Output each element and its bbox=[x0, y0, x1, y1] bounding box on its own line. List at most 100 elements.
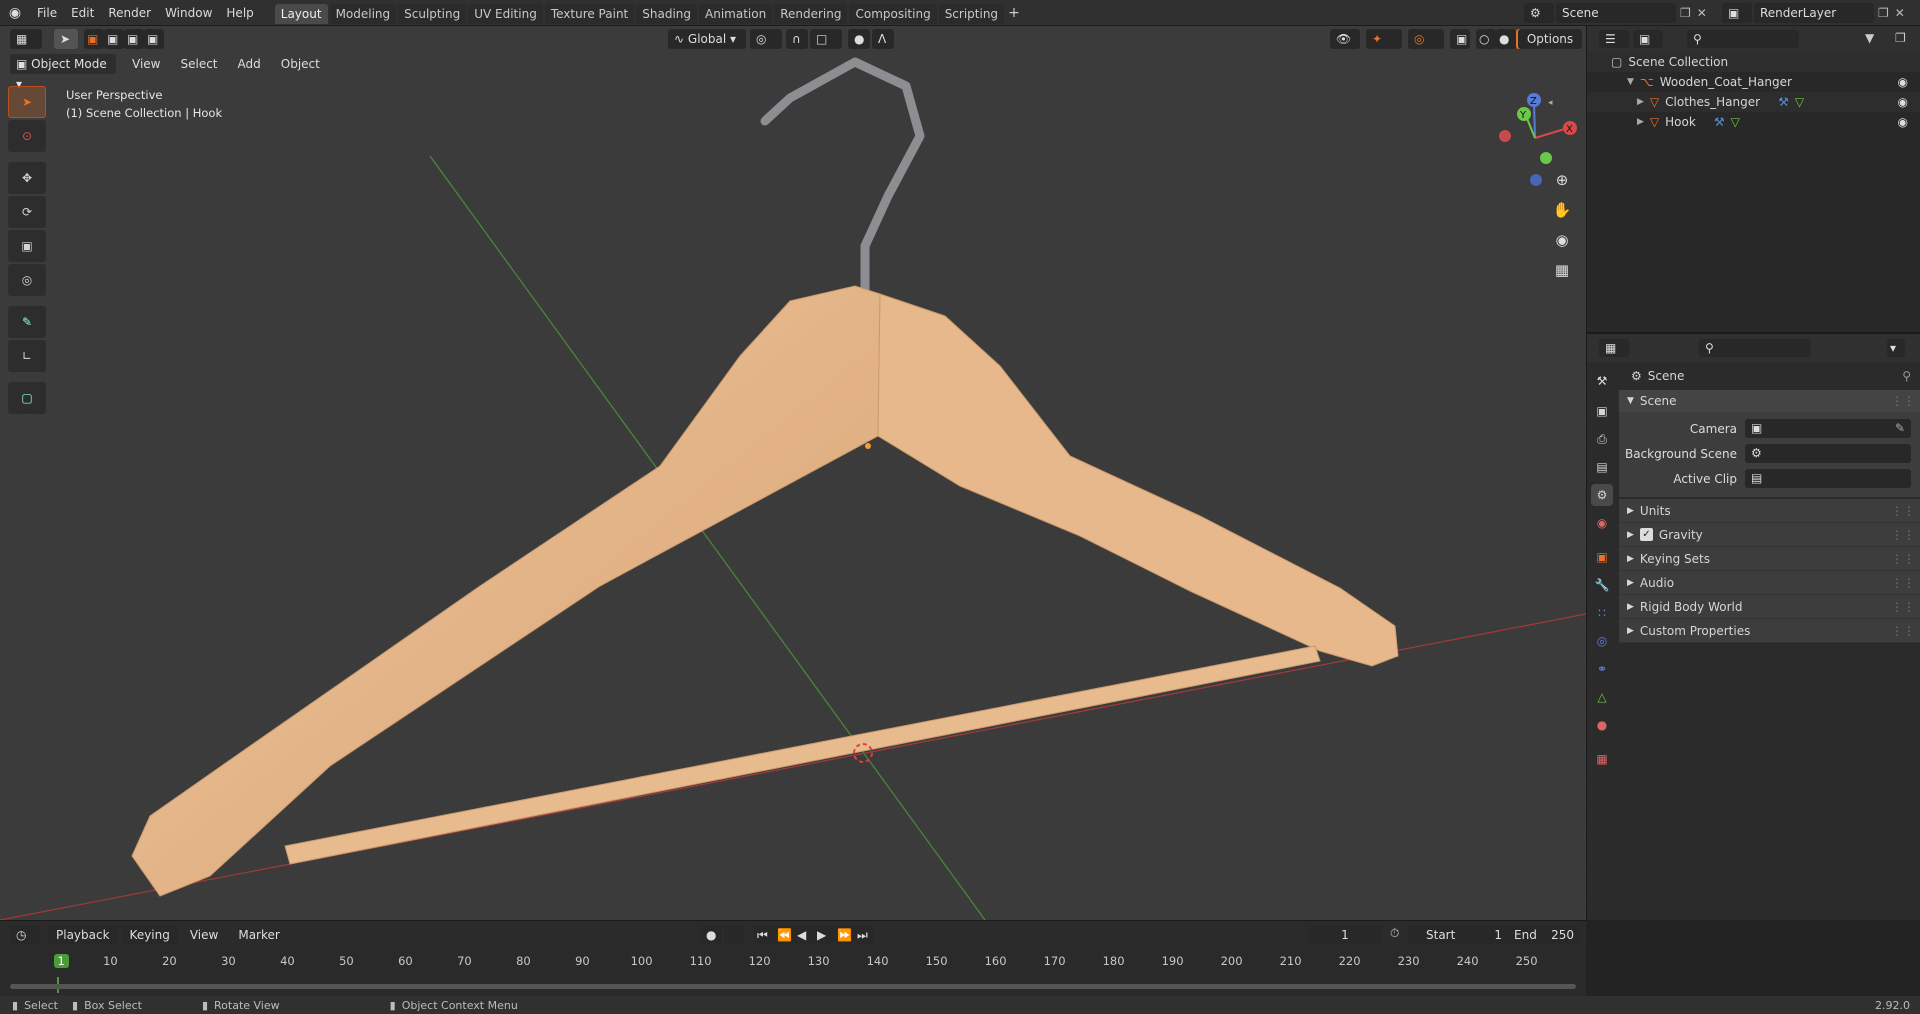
play-reverse-icon[interactable]: ◀ bbox=[794, 926, 814, 944]
tab-texture-paint[interactable]: Texture Paint bbox=[544, 4, 635, 24]
new-view-layer-icon[interactable]: ❐ bbox=[1878, 6, 1889, 20]
stopwatch-icon[interactable]: ⏱ bbox=[1390, 926, 1399, 941]
record-icon[interactable]: ● bbox=[700, 926, 722, 944]
expand-arrow-icon[interactable]: ▶ bbox=[1637, 92, 1644, 112]
gizmo-toggle[interactable]: ✦ bbox=[1366, 29, 1402, 49]
pan-hand-icon[interactable]: ✋ bbox=[1548, 196, 1576, 224]
keyframe-type-icon[interactable] bbox=[724, 926, 744, 944]
select-tool-icon[interactable]: ➤ bbox=[54, 29, 78, 49]
viewport-menu-add[interactable]: Add bbox=[228, 57, 271, 71]
gravity-checkbox[interactable]: ✓ bbox=[1639, 528, 1653, 541]
outliner-row[interactable]: ▶ ▽ Hook ⚒ ▽ ◉ bbox=[1587, 112, 1920, 132]
physics-tab-icon[interactable]: ◎ bbox=[1591, 630, 1613, 652]
drag-handle-icon[interactable]: ⋮⋮ bbox=[1891, 549, 1915, 569]
measure-tool-icon[interactable]: ∟ bbox=[8, 340, 46, 372]
3d-viewport[interactable]: ▦ ➤ ▣ ▣ ▣ ▣ ∿ Global ▾ ◎ ∩ □ ● Λ 👁 ✦ ◎ ▣… bbox=[0, 26, 1586, 920]
display-mode-icon[interactable]: ▣ bbox=[1633, 30, 1663, 48]
new-scene-icon[interactable]: ❐ bbox=[1680, 6, 1691, 20]
view-layer-tab-icon[interactable]: ▤ bbox=[1591, 456, 1613, 478]
mesh-data-icon[interactable]: ▽ bbox=[1795, 92, 1804, 112]
rotate-tool-icon[interactable]: ⟳ bbox=[8, 196, 46, 228]
menu-edit[interactable]: Edit bbox=[64, 0, 101, 26]
tab-rendering[interactable]: Rendering bbox=[774, 4, 848, 24]
subtract-selection-icon[interactable]: ▣ bbox=[124, 29, 144, 49]
menu-window[interactable]: Window bbox=[158, 0, 219, 26]
new-selection-icon[interactable]: ▣ bbox=[84, 29, 104, 49]
menu-file[interactable]: File bbox=[30, 0, 64, 26]
menu-help[interactable]: Help bbox=[219, 0, 260, 26]
ortho-toggle-icon[interactable]: ▦ bbox=[1548, 256, 1576, 284]
expand-arrow-icon[interactable]: ▼ bbox=[1627, 72, 1634, 92]
subpanel-custom-properties[interactable]: ▶ Custom Properties ⋮⋮ bbox=[1619, 619, 1920, 643]
particles-tab-icon[interactable]: ∷ bbox=[1591, 602, 1613, 624]
tab-uv-editing[interactable]: UV Editing bbox=[468, 4, 543, 24]
scene-selector[interactable]: ⚙ Scene ❐ ✕ bbox=[1524, 3, 1707, 23]
options-button[interactable]: Options bbox=[1518, 29, 1582, 49]
timeline-menu-marker[interactable]: Marker bbox=[230, 926, 287, 944]
start-frame-field[interactable]: Start 1 bbox=[1408, 926, 1514, 944]
viewport-menu-view[interactable]: View bbox=[122, 57, 170, 71]
tab-modeling[interactable]: Modeling bbox=[329, 4, 397, 24]
drag-handle-icon[interactable]: ⋮⋮ bbox=[1891, 621, 1915, 641]
texture-tab-icon[interactable]: ▦ bbox=[1591, 748, 1613, 770]
filter-icon[interactable]: ▼ bbox=[1865, 31, 1874, 45]
proportional-edit-toggle[interactable]: ● bbox=[848, 29, 870, 49]
subpanel-audio[interactable]: ▶ Audio ⋮⋮ bbox=[1619, 571, 1920, 595]
timeline-scrollbar[interactable] bbox=[10, 984, 1576, 989]
tab-compositing[interactable]: Compositing bbox=[849, 4, 937, 24]
annotate-tool-icon[interactable]: ✎ bbox=[8, 306, 46, 338]
overlay-toggle[interactable]: ◎ bbox=[1408, 29, 1444, 49]
constraints-tab-icon[interactable]: ⚭ bbox=[1591, 658, 1613, 680]
mesh-data-icon[interactable]: ▽ bbox=[1731, 112, 1740, 132]
properties-options-icon[interactable]: ▾ bbox=[1887, 339, 1905, 357]
visibility-eye-icon[interactable]: ◉ bbox=[1898, 112, 1908, 132]
scale-tool-icon[interactable]: ▣ bbox=[8, 230, 46, 262]
drag-handle-icon[interactable]: ⋮⋮ bbox=[1891, 501, 1915, 521]
tab-layout[interactable]: Layout bbox=[274, 4, 328, 24]
drag-handle-icon[interactable]: ⋮⋮ bbox=[1891, 573, 1915, 593]
prev-keyframe-icon[interactable]: ⏪ bbox=[774, 926, 794, 944]
scene-panel-header[interactable]: ▼ Scene ⋮⋮ bbox=[1619, 390, 1920, 412]
subpanel-rigid-body-world[interactable]: ▶ Rigid Body World ⋮⋮ bbox=[1619, 595, 1920, 619]
expand-arrow-icon[interactable]: ▶ bbox=[1637, 112, 1644, 132]
visibility-eye-icon[interactable]: ◉ bbox=[1898, 92, 1908, 112]
modifier-tab-icon[interactable]: 🔧 bbox=[1591, 574, 1613, 596]
property-field[interactable]: ⚙ bbox=[1745, 444, 1911, 463]
subpanel-keying-sets[interactable]: ▶ Keying Sets ⋮⋮ bbox=[1619, 547, 1920, 571]
timeline-menu-view[interactable]: View bbox=[182, 926, 226, 944]
scene-icon[interactable]: ⚙ bbox=[1524, 3, 1554, 23]
subpanel-gravity[interactable]: ▶ ✓ Gravity ⋮⋮ bbox=[1619, 523, 1920, 547]
eyedropper-icon[interactable]: ✎ bbox=[1895, 419, 1905, 438]
outliner-search-field[interactable]: ⚲ bbox=[1687, 30, 1799, 48]
cursor-tool-icon[interactable]: ⊙ bbox=[8, 120, 46, 152]
outliner-row-scene-collection[interactable]: ▢ Scene Collection bbox=[1587, 52, 1920, 72]
scene-name-field[interactable]: Scene bbox=[1556, 3, 1676, 23]
wireframe-shading-icon[interactable]: ○ bbox=[1476, 29, 1496, 49]
properties-editor-type-icon[interactable]: ▦ bbox=[1599, 339, 1629, 357]
visibility-eye-icon[interactable]: ◉ bbox=[1898, 72, 1908, 92]
zoom-icon[interactable]: ⊕ bbox=[1548, 166, 1576, 194]
view-layer-selector[interactable]: ▣ RenderLayer ❐ ✕ bbox=[1722, 3, 1905, 23]
property-field[interactable]: ▤ bbox=[1745, 469, 1911, 488]
object-mode-dropdown[interactable]: ▣ Object Mode ▾ bbox=[10, 54, 116, 91]
tab-sculpting[interactable]: Sculpting bbox=[398, 4, 467, 24]
visibility-dropdown[interactable]: 👁 bbox=[1330, 29, 1360, 49]
timeline-editor-type-icon[interactable]: ◷ bbox=[10, 926, 40, 944]
timeline-menu-playback[interactable]: Playback bbox=[48, 926, 118, 944]
drag-handle-icon[interactable]: ⋮⋮ bbox=[1891, 391, 1915, 411]
snap-toggle[interactable]: ∩ bbox=[786, 29, 808, 49]
menu-render[interactable]: Render bbox=[101, 0, 158, 26]
world-tab-icon[interactable]: ◉ bbox=[1591, 512, 1613, 534]
solid-shading-icon[interactable]: ● bbox=[1496, 29, 1516, 49]
scene-tab-icon[interactable]: ⚙ bbox=[1591, 484, 1613, 506]
drag-handle-icon[interactable]: ⋮⋮ bbox=[1891, 525, 1915, 545]
camera-view-icon[interactable]: ◉ bbox=[1548, 226, 1576, 254]
add-cube-tool-icon[interactable]: ▢ bbox=[8, 382, 46, 414]
view-layer-icon[interactable]: ▣ bbox=[1722, 3, 1752, 23]
new-collection-icon[interactable]: ❐ bbox=[1895, 31, 1906, 45]
play-icon[interactable]: ▶ bbox=[814, 926, 834, 944]
modifier-wrench-icon[interactable]: ⚒ bbox=[1778, 92, 1789, 112]
property-field[interactable]: ▣ ✎ bbox=[1745, 419, 1911, 438]
jump-end-icon[interactable]: ⏭ bbox=[854, 926, 874, 944]
editor-type-icon[interactable]: ▦ bbox=[10, 29, 42, 49]
